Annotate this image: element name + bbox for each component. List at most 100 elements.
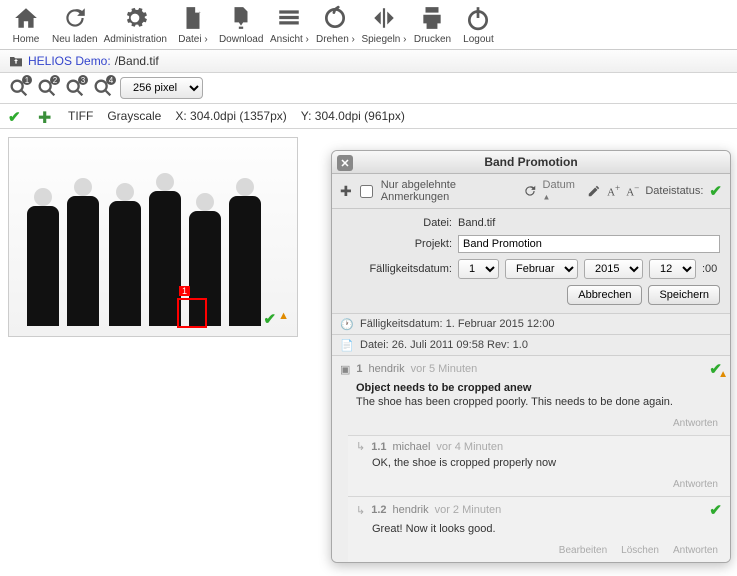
image-preview[interactable]: 1 ✔ ▲ — [8, 137, 298, 337]
download-button[interactable]: Download — [219, 4, 263, 45]
preview-check-icon: ✔ — [264, 310, 277, 328]
file-format: TIFF — [68, 109, 93, 123]
comment-1-title: Object needs to be cropped anew — [332, 382, 730, 396]
meta-file-rev: 📄 Datei: 26. Juli 2011 09:58 Rev: 1.0 — [332, 334, 730, 355]
path-root-link[interactable]: HELIOS Demo: — [28, 54, 111, 68]
panel-header: ✕ Band Promotion — [332, 151, 730, 174]
comment-1: ▣ 1 hendrik vor 5 Minuten ✔▲ Object need… — [332, 355, 730, 562]
x-dpi: X: 304.0dpi (1357px) — [175, 109, 286, 123]
home-icon — [12, 4, 40, 32]
meta-due-text: Fälligkeitsdatum: 1. Februar 2015 12:00 — [360, 318, 554, 330]
admin-button[interactable]: Administration — [104, 4, 167, 45]
home-label: Home — [13, 34, 40, 45]
view-icon — [275, 4, 303, 32]
reply-1-1-time: vor 4 Minuten — [436, 441, 503, 453]
logout-button[interactable]: Logout — [458, 4, 498, 45]
meta-due-date: 🕐 Fälligkeitsdatum: 1. Februar 2015 12:0… — [332, 313, 730, 334]
status-check-icon: ✔ — [8, 108, 24, 124]
reply-1-2-edit-button[interactable]: Bearbeiten — [553, 543, 613, 558]
zoom-bar: 1 2 3 4 256 pixel — [0, 73, 737, 104]
reply-1-2-time: vor 2 Minuten — [435, 504, 502, 516]
due-label: Fälligkeitsdatum: — [342, 263, 452, 275]
view-menu[interactable]: Ansicht › — [269, 4, 309, 45]
project-label: Projekt: — [342, 238, 452, 250]
main-toolbar: Home Neu laden Administration Datei › Do… — [0, 0, 737, 50]
reply-1-2-num: 1.2 — [371, 504, 386, 516]
zoom-2-icon[interactable]: 2 — [36, 77, 58, 99]
due-minute-suffix: :00 — [702, 263, 717, 275]
reply-1-2-check-icon[interactable]: ✔ — [709, 501, 722, 519]
rotate-label: Drehen › — [316, 34, 355, 45]
sort-date-toggle[interactable]: Datum ▲ — [543, 179, 582, 203]
home-button[interactable]: Home — [6, 4, 46, 45]
rotate-menu[interactable]: Drehen › — [315, 4, 355, 45]
gear-icon — [121, 4, 149, 32]
project-input[interactable] — [458, 235, 720, 253]
font-decrease-icon[interactable]: A− — [626, 183, 639, 199]
reply-1-2-reply-button[interactable]: Antworten — [667, 543, 724, 558]
due-day-select[interactable]: 1 — [458, 259, 499, 279]
zoom-3-icon[interactable]: 3 — [64, 77, 86, 99]
reply-1-2-body: Great! Now it looks good. — [348, 523, 730, 541]
save-button[interactable]: Speichern — [648, 285, 720, 305]
band-photo — [9, 138, 297, 336]
mirror-menu[interactable]: Spiegeln › — [361, 4, 406, 45]
meta-file-text: Datei: 26. Juli 2011 09:58 Rev: 1.0 — [360, 339, 528, 351]
download-icon — [227, 4, 255, 32]
file-value: Band.tif — [458, 217, 495, 229]
mirror-icon — [370, 4, 398, 32]
print-icon — [418, 4, 446, 32]
rejected-only-checkbox[interactable] — [360, 185, 373, 198]
colorspace: Grayscale — [107, 109, 161, 123]
reply-arrow-icon: ↳ — [356, 504, 365, 517]
print-button[interactable]: Drucken — [412, 4, 452, 45]
view-label: Ansicht › — [270, 34, 309, 45]
preview-warning-icon: ▲ — [278, 310, 289, 328]
add-annotation-icon[interactable]: ✚ — [340, 183, 352, 200]
rejected-only-label: Nur abgelehnte Anmerkungen — [381, 179, 511, 203]
rotate-icon — [321, 4, 349, 32]
reply-1-2: ↳ 1.2 hendrik vor 2 Minuten ✔ Great! Now… — [348, 496, 730, 562]
file-label: Datei › — [178, 34, 207, 45]
cancel-button[interactable]: Abbrechen — [567, 285, 642, 305]
zoom-1-icon[interactable]: 1 — [8, 77, 30, 99]
panel-toolbar: ✚ Nur abgelehnte Anmerkungen Datum ▲ A+ … — [332, 174, 730, 209]
due-month-select[interactable]: Februar — [505, 259, 578, 279]
clock-icon: 🕐 — [340, 317, 354, 331]
due-hour-select[interactable]: 12 — [649, 259, 696, 279]
edit-icon[interactable] — [587, 184, 601, 198]
close-icon[interactable]: ✕ — [337, 155, 353, 171]
print-label: Drucken — [414, 34, 451, 45]
zoom-size-select[interactable]: 256 pixel — [120, 77, 203, 99]
file-menu[interactable]: Datei › — [173, 4, 213, 45]
comment-1-user: hendrik — [369, 363, 405, 375]
zoom-4-icon[interactable]: 4 — [92, 77, 114, 99]
font-increase-icon[interactable]: A+ — [607, 183, 620, 199]
comment-1-reply-button[interactable]: Antworten — [667, 416, 724, 431]
document-icon — [179, 4, 207, 32]
add-icon[interactable]: ✚ — [38, 108, 54, 124]
reply-1-1: ↳ 1.1 michael vor 4 Minuten OK, the shoe… — [348, 435, 730, 496]
path-filename: /Band.tif — [115, 54, 159, 68]
reload-icon — [61, 4, 89, 32]
breadcrumb: HELIOS Demo: /Band.tif — [0, 50, 737, 73]
filestatus-check-icon[interactable]: ✔ — [709, 182, 722, 200]
preview-status-icons: ✔ ▲ — [264, 310, 289, 328]
reload-button[interactable]: Neu laden — [52, 4, 98, 45]
reply-1-2-delete-button[interactable]: Löschen — [615, 543, 665, 558]
comment-1-num: 1 — [356, 363, 362, 375]
folder-up-icon[interactable] — [8, 53, 24, 69]
mirror-label: Spiegeln › — [361, 34, 406, 45]
refresh-icon[interactable] — [523, 184, 537, 198]
reply-1-1-reply-button[interactable]: Antworten — [667, 477, 724, 492]
reply-1-1-num: 1.1 — [371, 441, 386, 453]
collapse-icon[interactable]: ▣ — [340, 363, 350, 376]
document-small-icon: 📄 — [340, 338, 354, 352]
logout-icon — [464, 4, 492, 32]
file-label: Datei: — [342, 217, 452, 229]
panel-title-text: Band Promotion — [484, 155, 577, 169]
comment-1-body: The shoe has been cropped poorly. This n… — [332, 396, 730, 414]
due-year-select[interactable]: 2015 — [584, 259, 643, 279]
annotation-panel: ✕ Band Promotion ✚ Nur abgelehnte Anmerk… — [331, 150, 731, 563]
comment-1-status-check-icon[interactable]: ✔▲ — [709, 360, 722, 378]
